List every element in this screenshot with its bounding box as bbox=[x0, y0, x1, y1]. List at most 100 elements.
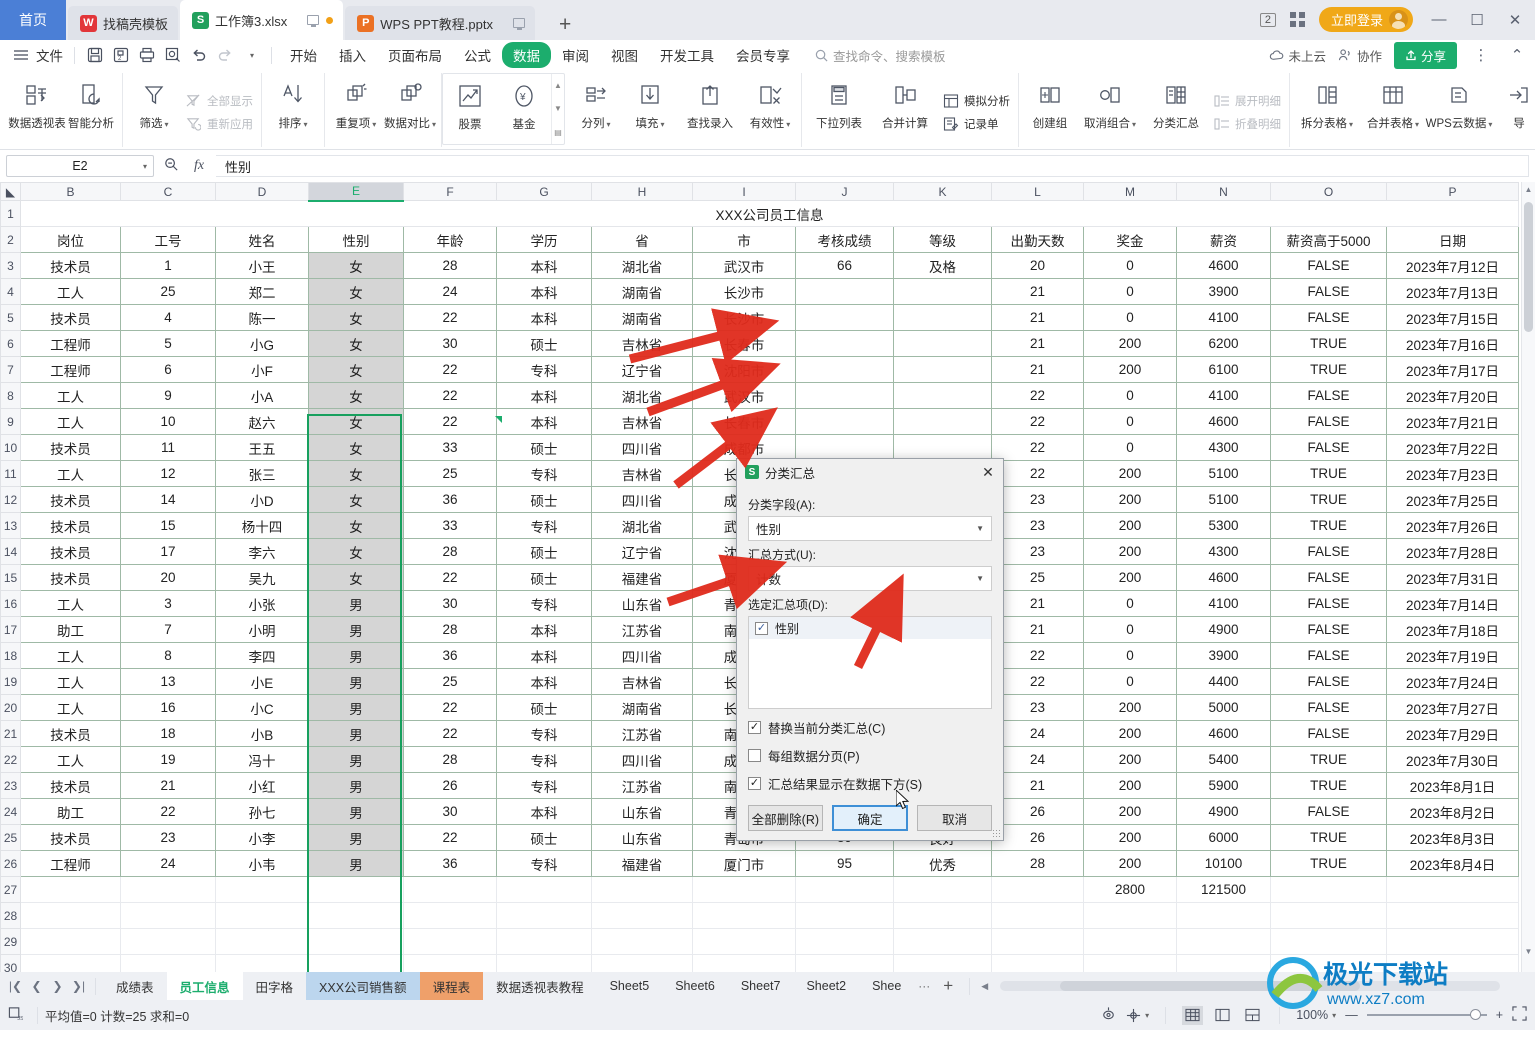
fx-icon[interactable]: fx bbox=[188, 158, 210, 174]
sheet-tab-sheet7[interactable]: Sheet7 bbox=[728, 972, 794, 1000]
column-header-I[interactable]: I bbox=[692, 182, 796, 201]
column-header-E[interactable]: E bbox=[308, 182, 404, 202]
empty-cell[interactable] bbox=[120, 954, 216, 972]
table-cell[interactable]: 李四 bbox=[215, 642, 309, 669]
checkbox-icon[interactable] bbox=[748, 749, 761, 762]
table-cell[interactable]: 4100 bbox=[1176, 590, 1271, 617]
table-cell[interactable]: FALSE bbox=[1270, 590, 1387, 617]
empty-cell[interactable] bbox=[893, 902, 992, 929]
table-cell[interactable]: 6200 bbox=[1176, 330, 1271, 357]
empty-cell[interactable] bbox=[795, 954, 894, 972]
table-cell[interactable]: 20 bbox=[120, 564, 216, 591]
table-cell[interactable]: 0 bbox=[1083, 434, 1177, 461]
empty-cell[interactable] bbox=[308, 954, 404, 972]
table-cell[interactable]: 23 bbox=[991, 512, 1084, 539]
table-cell[interactable]: 工人 bbox=[20, 278, 121, 305]
row-header-11[interactable]: 11 bbox=[0, 460, 21, 487]
row-header-29[interactable]: 29 bbox=[0, 928, 21, 955]
empty-cell[interactable] bbox=[1176, 954, 1271, 972]
table-cell[interactable]: 2023年7月25日 bbox=[1386, 486, 1519, 513]
table-cell[interactable]: 22 bbox=[991, 460, 1084, 487]
sheet-tab-kechengbiao[interactable]: 课程表 bbox=[419, 972, 484, 1000]
table-cell[interactable]: 200 bbox=[1083, 772, 1177, 799]
table-cell[interactable]: 200 bbox=[1083, 850, 1177, 877]
table-cell[interactable]: 湖南省 bbox=[591, 278, 693, 305]
checkbox-icon[interactable]: ✓ bbox=[755, 621, 768, 635]
table-cell[interactable]: FALSE bbox=[1270, 668, 1387, 695]
quick-access-chevron-icon[interactable]: ▾ bbox=[238, 43, 264, 67]
table-cell[interactable]: 22 bbox=[120, 798, 216, 825]
collaborate-button[interactable]: 协作 bbox=[1338, 46, 1382, 65]
table-cell[interactable]: 23 bbox=[120, 824, 216, 851]
table-cell[interactable]: 王五 bbox=[215, 434, 309, 461]
table-cell[interactable]: 辽宁省 bbox=[591, 356, 693, 383]
table-cell[interactable]: 小D bbox=[215, 486, 309, 513]
header-cell[interactable]: 出勤天数 bbox=[991, 226, 1084, 253]
row-header-24[interactable]: 24 bbox=[0, 798, 21, 825]
table-cell[interactable]: 工程师 bbox=[20, 330, 121, 357]
home-tab[interactable]: 首页 bbox=[0, 0, 66, 40]
header-cell[interactable]: 考核成绩 bbox=[795, 226, 894, 253]
header-cell[interactable]: 工号 bbox=[120, 226, 216, 253]
row-header-18[interactable]: 18 bbox=[0, 642, 21, 669]
table-cell[interactable]: TRUE bbox=[1270, 486, 1387, 513]
table-cell[interactable]: 0 bbox=[1083, 590, 1177, 617]
table-cell[interactable]: 江苏省 bbox=[591, 616, 693, 643]
table-cell[interactable]: 工人 bbox=[20, 694, 121, 721]
table-cell[interactable]: 技术员 bbox=[20, 486, 121, 513]
empty-cell[interactable] bbox=[215, 902, 309, 929]
table-cell[interactable]: 14 bbox=[120, 486, 216, 513]
total-salary-cell[interactable]: 121500 bbox=[1176, 876, 1271, 903]
data-compare-button[interactable]: 数据对比 ▾ bbox=[383, 73, 437, 131]
table-cell[interactable]: 26 bbox=[991, 824, 1084, 851]
validation-button[interactable]: 有效性 ▾ bbox=[743, 73, 797, 131]
empty-cell[interactable] bbox=[20, 902, 121, 929]
empty-cell[interactable] bbox=[20, 928, 121, 955]
table-cell[interactable]: 本科 bbox=[496, 382, 592, 409]
table-cell[interactable]: 30 bbox=[403, 590, 497, 617]
table-cell[interactable]: 0 bbox=[1083, 668, 1177, 695]
table-cell[interactable] bbox=[795, 330, 894, 357]
table-cell[interactable]: 4900 bbox=[1176, 798, 1271, 825]
table-cell[interactable]: 2023年7月31日 bbox=[1386, 564, 1519, 591]
empty-cell[interactable] bbox=[308, 876, 404, 903]
table-cell[interactable]: 3900 bbox=[1176, 278, 1271, 305]
header-cell[interactable]: 姓名 bbox=[215, 226, 309, 253]
table-cell[interactable]: 2023年7月29日 bbox=[1386, 720, 1519, 747]
column-header-G[interactable]: G bbox=[496, 182, 592, 201]
cell-gender[interactable]: 男 bbox=[308, 772, 404, 799]
table-cell[interactable]: 硕士 bbox=[496, 694, 592, 721]
cast-screen-icon[interactable] bbox=[307, 15, 320, 27]
empty-cell[interactable] bbox=[692, 928, 796, 955]
empty-cell[interactable] bbox=[215, 954, 309, 972]
table-cell[interactable]: 四川省 bbox=[591, 642, 693, 669]
name-box[interactable]: E2 ▾ bbox=[6, 155, 154, 177]
sheet-tabs-overflow-icon[interactable]: ··· bbox=[914, 979, 934, 993]
dropdown-list-button[interactable]: 下拉列表 bbox=[806, 73, 872, 131]
login-button[interactable]: 立即登录 bbox=[1318, 7, 1413, 32]
table-cell[interactable]: 11 bbox=[120, 434, 216, 461]
cell-gender[interactable]: 男 bbox=[308, 824, 404, 851]
empty-cell[interactable] bbox=[403, 928, 497, 955]
empty-cell[interactable] bbox=[1176, 902, 1271, 929]
header-cell[interactable]: 年龄 bbox=[403, 226, 497, 253]
table-cell[interactable]: 22 bbox=[403, 408, 497, 435]
ungroup-button[interactable]: 取消组合 ▾ bbox=[1077, 73, 1143, 131]
table-cell[interactable]: 5300 bbox=[1176, 512, 1271, 539]
list-item[interactable]: ✓ 性别 bbox=[749, 617, 991, 639]
table-cell[interactable]: 26 bbox=[403, 772, 497, 799]
row-header-20[interactable]: 20 bbox=[0, 694, 21, 721]
empty-cell[interactable] bbox=[893, 876, 992, 903]
table-cell[interactable]: 及格 bbox=[893, 252, 992, 279]
table-cell[interactable]: TRUE bbox=[1270, 512, 1387, 539]
row-header-3[interactable]: 3 bbox=[0, 252, 21, 279]
table-cell[interactable]: 22 bbox=[403, 694, 497, 721]
empty-cell[interactable] bbox=[215, 876, 309, 903]
table-cell[interactable]: 福建省 bbox=[591, 564, 693, 591]
empty-cell[interactable] bbox=[893, 954, 992, 972]
chevron-down-icon[interactable]: ▾ bbox=[143, 162, 147, 171]
table-cell[interactable]: 22 bbox=[991, 382, 1084, 409]
table-cell[interactable]: 孙七 bbox=[215, 798, 309, 825]
table-cell[interactable]: 专科 bbox=[496, 460, 592, 487]
table-cell[interactable]: 2023年7月23日 bbox=[1386, 460, 1519, 487]
